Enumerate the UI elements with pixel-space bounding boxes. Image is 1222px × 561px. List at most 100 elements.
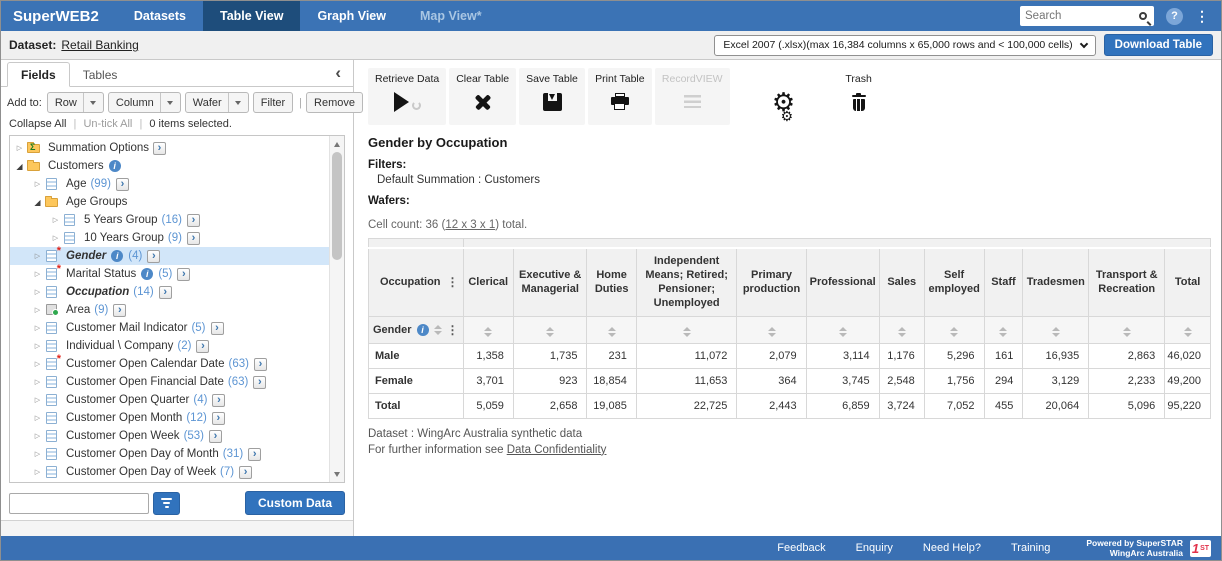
column-header-executive-managerial[interactable]: Executive & Managerial <box>513 248 587 317</box>
tree-item-customer-open-quarter[interactable]: ▷Customer Open Quarter(4)› <box>10 391 344 409</box>
sort-icon[interactable] <box>484 327 492 337</box>
sort-cell[interactable] <box>737 316 806 343</box>
addto-column-button[interactable]: Column <box>108 92 181 113</box>
column-header-staff[interactable]: Staff <box>984 248 1023 317</box>
dropdown-caret-icon[interactable] <box>228 93 241 112</box>
data-cell[interactable]: 46,020 <box>1165 343 1211 368</box>
sort-icon[interactable] <box>898 327 906 337</box>
open-field-arrow-icon[interactable]: › <box>187 214 200 227</box>
tab-graph-view[interactable]: Graph View <box>300 1 403 31</box>
data-cell[interactable]: 455 <box>984 393 1023 418</box>
data-cell[interactable]: 161 <box>984 343 1023 368</box>
help-icon[interactable]: ? <box>1166 8 1183 25</box>
dropdown-caret-icon[interactable] <box>160 93 173 112</box>
expand-node-icon[interactable]: ▷ <box>30 324 45 332</box>
data-confidentiality-link[interactable]: Data Confidentiality <box>507 444 607 456</box>
tree-item-customers[interactable]: ◢Customersi <box>10 157 344 175</box>
collapse-all-link[interactable]: Collapse All <box>9 118 66 130</box>
tree-item-customer-mail-indicator[interactable]: ▷Customer Mail Indicator(5)› <box>10 319 344 337</box>
tree-item-customer-open-day-of-week[interactable]: ▷Customer Open Day of Week(7)› <box>10 463 344 481</box>
toolbar-print-table-button[interactable]: Print Table <box>588 68 652 125</box>
column-axis-cell[interactable]: Occupation⋮ <box>369 248 464 317</box>
overflow-menu-icon[interactable]: ⋮ <box>1195 8 1209 25</box>
tab-datasets[interactable]: Datasets <box>117 1 203 31</box>
sort-icon[interactable] <box>1123 327 1131 337</box>
info-icon[interactable]: i <box>109 160 121 172</box>
column-options-icon[interactable]: ⋮ <box>447 276 459 288</box>
data-cell[interactable]: 3,129 <box>1023 368 1089 393</box>
sort-icon[interactable] <box>683 327 691 337</box>
data-cell[interactable]: 11,072 <box>636 343 737 368</box>
expand-node-icon[interactable]: ▷ <box>30 396 45 404</box>
data-cell[interactable]: 18,854 <box>587 368 636 393</box>
sort-cell[interactable] <box>1023 316 1089 343</box>
data-cell[interactable]: 2,079 <box>737 343 806 368</box>
sort-cell[interactable] <box>984 316 1023 343</box>
open-field-arrow-icon[interactable]: › <box>187 232 200 245</box>
column-header-professional[interactable]: Professional <box>806 248 879 317</box>
addto-row-button[interactable]: Row <box>47 92 104 113</box>
sort-icon[interactable] <box>608 327 616 337</box>
expand-node-icon[interactable]: ▷ <box>30 450 45 458</box>
column-header-independent-means-retired-pensioner-unemployed[interactable]: Independent Means; Retired; Pensioner; U… <box>636 248 737 317</box>
download-table-button[interactable]: Download Table <box>1104 34 1213 56</box>
expand-node-icon[interactable]: ▷ <box>30 378 45 386</box>
toolbar-gears-button[interactable]: ⚙⚙ <box>761 68 807 125</box>
open-field-arrow-icon[interactable]: › <box>153 142 166 155</box>
footer-link-enquiry[interactable]: Enquiry <box>856 542 893 554</box>
sort-icon[interactable] <box>1052 327 1060 337</box>
open-field-arrow-icon[interactable]: › <box>212 394 225 407</box>
tree-item-customer-open-financial-date[interactable]: ▷Customer Open Financial Date(63)› <box>10 373 344 391</box>
drop-strip-span[interactable] <box>463 239 1210 248</box>
open-field-arrow-icon[interactable]: › <box>248 448 261 461</box>
data-cell[interactable]: 5,059 <box>463 393 513 418</box>
sort-cell[interactable] <box>1165 316 1211 343</box>
data-cell[interactable]: 1,735 <box>513 343 587 368</box>
column-header-home-duties[interactable]: Home Duties <box>587 248 636 317</box>
sort-icon[interactable] <box>950 327 958 337</box>
expand-node-icon[interactable]: ▷ <box>30 306 45 314</box>
footer-link-need-help[interactable]: Need Help? <box>923 542 981 554</box>
addto-filter-button[interactable]: Filter <box>253 92 293 113</box>
column-header-transport-recreation[interactable]: Transport & Recreation <box>1089 248 1165 317</box>
custom-data-button[interactable]: Custom Data <box>245 491 345 515</box>
expand-node-icon[interactable]: ▷ <box>30 288 45 296</box>
open-field-arrow-icon[interactable]: › <box>147 250 160 263</box>
info-icon[interactable]: i <box>417 324 429 336</box>
column-header-sales[interactable]: Sales <box>879 248 924 317</box>
sort-cell[interactable] <box>1089 316 1165 343</box>
tree-item-area[interactable]: ▷Area(9)› <box>10 301 344 319</box>
tab-table-view[interactable]: Table View <box>203 1 300 31</box>
toolbar-clear-table-button[interactable]: Clear Table <box>449 68 516 125</box>
data-cell[interactable]: 2,443 <box>737 393 806 418</box>
column-header-tradesmen[interactable]: Tradesmen <box>1023 248 1089 317</box>
data-cell[interactable]: 95,220 <box>1165 393 1211 418</box>
collapse-node-icon[interactable]: ◢ <box>30 198 45 207</box>
open-field-arrow-icon[interactable]: › <box>211 322 224 335</box>
tree-item-age-groups[interactable]: ◢Age Groups <box>10 193 344 211</box>
data-cell[interactable]: 5,096 <box>1089 393 1165 418</box>
data-cell[interactable]: 1,358 <box>463 343 513 368</box>
tree-item-customer-open-calendar-date[interactable]: ▷*Customer Open Calendar Date(63)› <box>10 355 344 373</box>
tree-scrollbar[interactable] <box>329 136 344 482</box>
tree-item-customer-open-day-of-month[interactable]: ▷Customer Open Day of Month(31)› <box>10 445 344 463</box>
collapse-node-icon[interactable]: ◢ <box>12 162 27 171</box>
sort-cell[interactable] <box>879 316 924 343</box>
expand-node-icon[interactable]: ▷ <box>30 468 45 476</box>
expand-node-icon[interactable]: ▷ <box>30 414 45 422</box>
expand-node-icon[interactable]: ▷ <box>30 180 45 188</box>
expand-node-icon[interactable]: ▷ <box>30 360 45 368</box>
data-cell[interactable]: 5,296 <box>924 343 984 368</box>
expand-node-icon[interactable]: ▷ <box>30 270 45 278</box>
untick-all-link[interactable]: Un-tick All <box>83 118 132 130</box>
data-cell[interactable]: 2,658 <box>513 393 587 418</box>
data-cell[interactable]: 364 <box>737 368 806 393</box>
cell-count-link[interactable]: 12 x 3 x 1 <box>445 219 495 231</box>
footer-link-training[interactable]: Training <box>1011 542 1050 554</box>
column-header-primary-production[interactable]: Primary production <box>737 248 806 317</box>
data-cell[interactable]: 22,725 <box>636 393 737 418</box>
sort-icon[interactable] <box>1184 327 1192 337</box>
tab-fields[interactable]: Fields <box>7 62 70 87</box>
data-cell[interactable]: 49,200 <box>1165 368 1211 393</box>
filter-fields-button[interactable] <box>153 492 180 515</box>
